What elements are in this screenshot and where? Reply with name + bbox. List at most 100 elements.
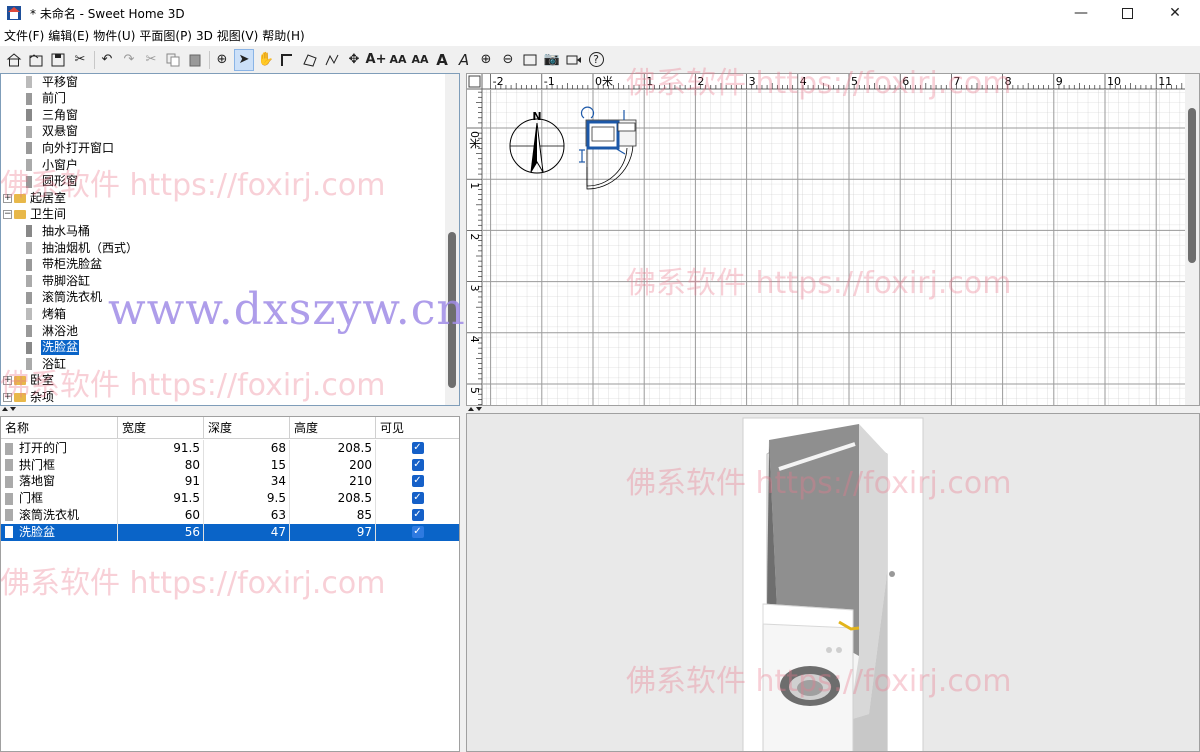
copy-button[interactable] — [163, 49, 183, 71]
visible-checkbox[interactable]: ✓ — [411, 442, 424, 454]
catalog-item[interactable]: 抽油烟机（西式） — [1, 240, 445, 256]
catalog-item[interactable]: 淋浴池 — [1, 323, 445, 339]
cell-width: 91.5 — [118, 490, 204, 508]
paste-icon — [189, 54, 201, 66]
column-width[interactable]: 宽度 — [118, 417, 204, 439]
tree-expander-icon[interactable]: − — [3, 210, 12, 220]
catalog-item[interactable]: 平移窗 — [1, 74, 445, 90]
catalog-scrollbar[interactable] — [445, 74, 459, 405]
ruler-x-label: -2 — [493, 75, 504, 88]
table-row[interactable]: 打开的门 91.5 68 208.5 ✓ — [1, 440, 459, 457]
catalog-item[interactable]: 双悬窗 — [1, 124, 445, 140]
save-button[interactable] — [48, 49, 68, 71]
plan-scrollbar[interactable] — [1185, 74, 1199, 405]
3d-scene[interactable] — [467, 414, 1200, 752]
add-text-button[interactable]: A+ — [366, 49, 387, 71]
increase-text-button[interactable]: AA — [410, 49, 430, 71]
catalog-item[interactable]: 三角窗 — [1, 107, 445, 123]
furniture-table[interactable]: 名称 宽度 深度 高度 可见 打开的门 91.5 68 208.5 ✓ 拱门框 80 15 20… — [0, 416, 460, 752]
open-button[interactable] — [26, 49, 46, 71]
close-button[interactable]: ✕ — [1152, 0, 1198, 26]
column-visible[interactable]: 可见 — [376, 417, 459, 439]
decrease-text-button[interactable]: AA — [388, 49, 408, 71]
catalog-item[interactable]: 洗脸盆 — [1, 340, 445, 356]
column-depth[interactable]: 深度 — [204, 417, 290, 439]
select-mode-button[interactable]: ➤ — [234, 48, 254, 71]
catalog-splitter[interactable] — [0, 406, 460, 412]
menu-furniture[interactable]: 物件(U) — [91, 26, 137, 46]
zoom-out-button[interactable]: ⊖ — [498, 49, 518, 71]
create-polylines-button[interactable] — [322, 49, 342, 71]
plan-view[interactable]: -2 -1 0米 1 2 3 4 5 6 7 8 9 10 11 0米 1 2 3 4 5 N — [466, 73, 1200, 406]
bold-text-icon: A — [436, 50, 448, 69]
ruler-y-label: 4 — [468, 336, 481, 343]
italic-text-button[interactable]: A — [454, 49, 474, 71]
plan-scroll-thumb[interactable] — [1188, 108, 1196, 263]
visible-checkbox[interactable]: ✓ — [411, 492, 424, 505]
menu-3d-view[interactable]: 3D 视图(V) — [194, 26, 260, 46]
catalog-item[interactable]: + 杂项 — [1, 389, 445, 405]
paste-button[interactable] — [185, 49, 205, 71]
cell-width: 91 — [118, 473, 204, 491]
catalog-item[interactable]: 浴缸 — [1, 356, 445, 372]
aerial-view-button[interactable] — [520, 49, 540, 71]
bold-text-button[interactable]: A — [432, 49, 452, 71]
table-row[interactable]: 洗脸盆 56 47 97 ✓ — [1, 523, 459, 541]
column-name[interactable]: 名称 — [1, 417, 118, 439]
tree-expander-icon[interactable]: + — [3, 193, 12, 203]
visible-checkbox[interactable]: ✓ — [411, 508, 424, 521]
menu-plan[interactable]: 平面图(P) — [137, 26, 194, 46]
add-furniture-button[interactable]: ⊕ — [212, 49, 232, 71]
catalog-item[interactable]: 滚筒洗衣机 — [1, 290, 445, 306]
create-photo-button[interactable]: 📷 — [542, 49, 562, 71]
redo-button[interactable]: ↷ — [119, 49, 139, 71]
tree-expander-icon[interactable]: + — [3, 376, 12, 386]
catalog-item[interactable]: 带柜洗脸盆 — [1, 257, 445, 273]
catalog-item[interactable]: + 起居室 — [1, 190, 445, 206]
create-video-button[interactable] — [564, 49, 584, 71]
cell-depth: 68 — [204, 440, 290, 457]
menu-file[interactable]: 文件(F) — [2, 26, 46, 46]
catalog-item[interactable]: − 卫生间 — [1, 207, 445, 223]
zoom-in-button[interactable]: ⊕ — [476, 49, 496, 71]
plan-canvas[interactable]: -2 -1 0米 1 2 3 4 5 6 7 8 9 10 11 0米 1 2 3 4 5 N — [467, 74, 1187, 406]
menu-edit[interactable]: 编辑(E) — [46, 26, 91, 46]
cell-name: 滚筒洗衣机 — [1, 506, 118, 524]
catalog-item[interactable]: 抽水马桶 — [1, 223, 445, 239]
help-button[interactable]: ? — [586, 49, 606, 71]
column-height[interactable]: 高度 — [290, 417, 376, 439]
cell-visible: ✓ — [376, 473, 459, 490]
minimize-button[interactable]: — — [1058, 0, 1104, 26]
create-dimensions-button[interactable]: ✥ — [344, 49, 364, 71]
visible-checkbox[interactable]: ✓ — [411, 458, 424, 471]
menu-help[interactable]: 帮助(H) — [260, 26, 306, 46]
3d-view[interactable] — [466, 413, 1200, 752]
create-rooms-button[interactable] — [300, 49, 320, 71]
plan-splitter[interactable] — [466, 406, 1200, 412]
catalog-scroll-thumb[interactable] — [448, 232, 456, 388]
table-row[interactable]: 落地窗 91 34 210 ✓ — [1, 473, 459, 491]
table-row[interactable]: 滚筒洗衣机 60 63 85 ✓ — [1, 506, 459, 524]
pan-mode-button[interactable]: ✋ — [256, 49, 276, 71]
catalog-item[interactable]: 向外打开窗口 — [1, 140, 445, 156]
table-row[interactable]: 拱门框 80 15 200 ✓ — [1, 456, 459, 474]
catalog-item[interactable]: 小窗户 — [1, 157, 445, 173]
tree-expander-icon[interactable]: + — [3, 392, 12, 402]
cut-tool-button[interactable]: ✂ — [70, 49, 90, 71]
visible-checkbox[interactable]: ✓ — [411, 475, 424, 488]
maximize-button[interactable] — [1104, 0, 1150, 26]
furniture-catalog-tree[interactable]: 平移窗 前门 三角窗 双悬窗 向外打开窗口 小窗户 圆形窗 + 起居室 − 卫生间 抽水马桶 抽油烟机（… — [0, 73, 460, 406]
new-home-button[interactable] — [4, 49, 24, 71]
cut-button[interactable]: ✂ — [141, 49, 161, 71]
catalog-item[interactable]: 圆形窗 — [1, 174, 445, 190]
catalog-item[interactable]: 烤箱 — [1, 306, 445, 322]
catalog-item[interactable]: + 卧室 — [1, 373, 445, 389]
visible-checkbox[interactable]: ✓ — [411, 525, 424, 538]
catalog-item[interactable]: 带脚浴缸 — [1, 273, 445, 289]
cell-height: 200 — [290, 456, 376, 474]
undo-button[interactable]: ↶ — [97, 49, 117, 71]
catalog-item[interactable]: 前门 — [1, 91, 445, 107]
cell-name-text: 拱门框 — [19, 457, 56, 472]
table-row[interactable]: 门框 91.5 9.5 208.5 ✓ — [1, 490, 459, 508]
create-walls-button[interactable] — [278, 49, 298, 71]
